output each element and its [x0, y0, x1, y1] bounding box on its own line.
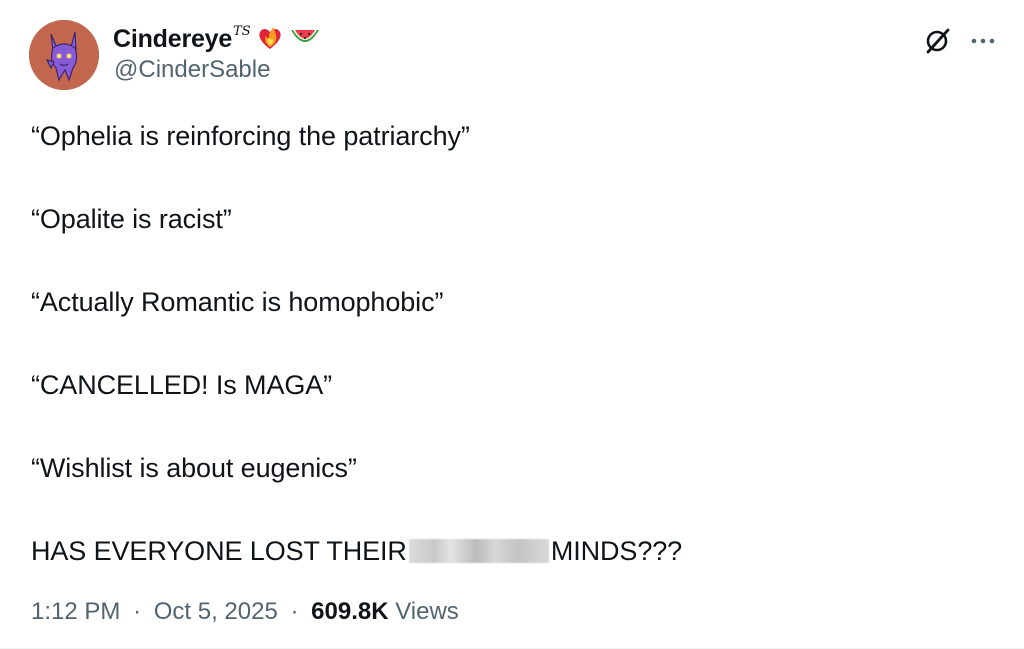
- fire-heart-emoji-icon: [255, 22, 285, 57]
- tweet-meta: 1:12 PM · Oct 5, 2025 · 609.8K Views: [31, 598, 459, 626]
- more-options-icon[interactable]: [968, 24, 998, 58]
- tweet-line: “Wishlist is about eugenics”: [31, 453, 357, 483]
- handle[interactable]: @CinderSable: [114, 56, 270, 84]
- top-actions: [920, 24, 998, 58]
- avatar[interactable]: [29, 20, 99, 90]
- tweet-line: “Opalite is racist”: [31, 204, 232, 234]
- name-suffix: TS: [233, 23, 251, 39]
- meta-separator: ·: [133, 598, 142, 625]
- purple-creature-avatar-icon: [29, 20, 99, 90]
- tweet-line: “Ophelia is reinforcing the patriarchy”: [31, 121, 470, 151]
- grok-icon[interactable]: [920, 24, 954, 58]
- last-line-start: HAS EVERYONE LOST THEIR: [31, 536, 407, 566]
- tweet-card: Cindereye TS @CinderSable “Ophelia is re…: [0, 0, 1024, 649]
- display-name-row[interactable]: Cindereye TS: [113, 22, 321, 56]
- watermelon-emoji-icon: [289, 24, 321, 55]
- censored-word-blur: [408, 539, 549, 563]
- last-line-end: MINDS???: [550, 536, 683, 566]
- tweet-line: “Actually Romantic is homophobic”: [31, 287, 444, 317]
- tweet-last-line: HAS EVERYONE LOST THEIR MINDS???: [31, 533, 682, 569]
- tweet-date[interactable]: Oct 5, 2025: [154, 598, 278, 625]
- views-label: Views: [395, 598, 459, 625]
- tweet-time[interactable]: 1:12 PM: [31, 598, 120, 625]
- display-name[interactable]: Cindereye: [113, 25, 232, 54]
- tweet-line: “CANCELLED! Is MAGA”: [31, 370, 333, 400]
- meta-separator: ·: [290, 598, 299, 625]
- views-count: 609.8K: [311, 598, 389, 625]
